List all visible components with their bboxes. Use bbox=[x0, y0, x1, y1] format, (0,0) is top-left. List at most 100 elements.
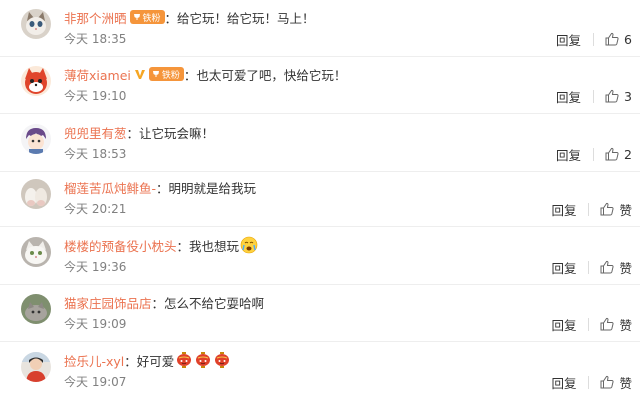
divider bbox=[588, 317, 590, 331]
username-link[interactable]: 楼楼的预备役小枕头 bbox=[64, 236, 177, 255]
grey-cat-avatar[interactable] bbox=[21, 294, 51, 324]
crying-face-emoji bbox=[240, 236, 258, 254]
trophy-icon bbox=[133, 13, 141, 21]
reply-button[interactable]: 回复 bbox=[551, 200, 576, 219]
username-link[interactable]: 榴莲苦瓜炖鲱鱼- bbox=[64, 178, 156, 197]
comment-line: 捡乐儿-xyl：好可爱 bbox=[64, 350, 231, 370]
fan-badge[interactable]: 铁粉 bbox=[129, 10, 165, 24]
reply-button[interactable]: 回复 bbox=[556, 145, 581, 164]
divider bbox=[588, 260, 590, 274]
comment-item: 捡乐儿-xyl：好可爱 今天 19:07 回复 赞 bbox=[0, 343, 640, 400]
like-count: 3 bbox=[624, 88, 632, 104]
divider bbox=[588, 202, 590, 216]
comment-text: 明明就是给我玩 bbox=[168, 180, 257, 196]
username-link[interactable]: 捡乐儿-xyl bbox=[64, 351, 124, 370]
colon-separator: ： bbox=[176, 238, 190, 254]
divider bbox=[593, 32, 595, 46]
like-count: 赞 bbox=[619, 317, 632, 333]
like-button[interactable]: 赞 bbox=[599, 200, 632, 219]
comment-time: 今天 18:53 bbox=[64, 147, 127, 161]
comment-actions: 回复 赞 bbox=[551, 373, 632, 391]
colon-separator: ： bbox=[164, 10, 178, 26]
comment-list: 非那个洲晒 铁粉：给它玩！给它玩！马上！ 今天 18:35 回复 6 薄荷xiamei 铁粉… bbox=[0, 0, 640, 400]
cat-avatar[interactable] bbox=[21, 9, 51, 39]
divider bbox=[588, 375, 590, 389]
thumbs-up-icon bbox=[599, 374, 619, 390]
comment-item: 薄荷xiamei 铁粉：也太可爱了吧，快给它玩！ 今天 19:10 回复 3 bbox=[0, 57, 640, 114]
comment-text: 也太可爱了吧，快给它玩！ bbox=[196, 67, 347, 83]
colon-separator: ： bbox=[156, 180, 169, 196]
like-button[interactable]: 赞 bbox=[599, 258, 632, 277]
fan-badge-label: 铁粉 bbox=[142, 13, 161, 24]
fan-badge[interactable]: 铁粉 bbox=[148, 67, 184, 81]
comment-actions: 回复 赞 bbox=[551, 315, 632, 333]
comment-item: 兜兜里有葱：让它玩会嘛！ 今天 18:53 回复 2 bbox=[0, 115, 640, 172]
person-avatar[interactable] bbox=[21, 352, 51, 382]
anime-boy-avatar[interactable] bbox=[21, 124, 51, 154]
comment-text: 好可爱 bbox=[136, 353, 175, 369]
like-button[interactable]: 赞 bbox=[599, 373, 632, 392]
comment-actions: 回复 6 bbox=[556, 30, 632, 48]
colon-separator: ： bbox=[124, 353, 137, 369]
reply-button[interactable]: 回复 bbox=[551, 315, 576, 334]
reply-button[interactable]: 回复 bbox=[556, 30, 581, 49]
like-count: 赞 bbox=[619, 260, 632, 276]
lantern-emoji bbox=[213, 351, 231, 369]
comment-item: 猫家庄园饰品店：怎么不给它耍哈啊 今天 19:09 回复 赞 bbox=[0, 285, 640, 342]
colon-separator: ： bbox=[151, 295, 165, 311]
comment-line: 兜兜里有葱：让它玩会嘛！ bbox=[64, 122, 214, 142]
thumbs-up-icon bbox=[604, 31, 624, 47]
username-link[interactable]: 猫家庄园饰品店 bbox=[64, 293, 152, 312]
comment-line: 猫家庄园饰品店：怎么不给它耍哈啊 bbox=[64, 292, 264, 312]
user-badges: 铁粉 bbox=[129, 10, 165, 24]
vip-v-icon bbox=[134, 68, 146, 80]
thumbs-up-icon bbox=[604, 146, 624, 162]
reply-button[interactable]: 回复 bbox=[551, 373, 576, 392]
user-badges: 铁粉 bbox=[134, 67, 184, 81]
like-count: 赞 bbox=[619, 202, 632, 218]
username-link[interactable]: 非那个洲晒 bbox=[64, 8, 127, 27]
like-count: 赞 bbox=[619, 375, 632, 391]
thumbs-up-icon bbox=[599, 259, 619, 275]
red-cartoon-avatar[interactable] bbox=[21, 66, 51, 96]
comment-time: 今天 18:35 bbox=[64, 32, 127, 46]
comment-line: 非那个洲晒 铁粉：给它玩！给它玩！马上！ bbox=[64, 7, 315, 27]
thumbs-up-icon bbox=[604, 88, 624, 104]
comment-time: 今天 20:21 bbox=[64, 202, 127, 216]
white-cat-avatar[interactable] bbox=[21, 237, 51, 267]
comment-time: 今天 19:10 bbox=[64, 89, 127, 103]
comment-actions: 回复 赞 bbox=[551, 258, 632, 276]
username-link[interactable]: 兜兜里有葱 bbox=[64, 123, 127, 142]
thumbs-up-icon bbox=[599, 201, 619, 217]
comment-actions: 回复 2 bbox=[556, 145, 632, 163]
colon-separator: ： bbox=[126, 125, 140, 141]
divider bbox=[593, 147, 595, 161]
comment-actions: 回复 赞 bbox=[551, 200, 632, 218]
lantern-emoji bbox=[175, 351, 193, 369]
comment-actions: 回复 3 bbox=[556, 87, 632, 105]
colon-separator: ： bbox=[183, 67, 197, 83]
comment-time: 今天 19:07 bbox=[64, 375, 127, 389]
comment-text: 我也想玩 bbox=[189, 238, 240, 254]
like-button[interactable]: 2 bbox=[604, 146, 632, 162]
reply-button[interactable]: 回复 bbox=[551, 258, 576, 277]
reply-button[interactable]: 回复 bbox=[556, 87, 581, 106]
comment-text: 给它玩！给它玩！马上！ bbox=[177, 10, 315, 26]
like-button[interactable]: 3 bbox=[604, 88, 632, 104]
like-button[interactable]: 6 bbox=[604, 31, 632, 47]
cat-paws-avatar[interactable] bbox=[21, 179, 51, 209]
comment-item: 楼楼的预备役小枕头：我也想玩 今天 19:36 回复 赞 bbox=[0, 228, 640, 285]
like-button[interactable]: 赞 bbox=[599, 315, 632, 334]
comment-item: 榴莲苦瓜炖鲱鱼-：明明就是给我玩今天 20:21 回复 赞 bbox=[0, 170, 640, 227]
fan-badge-label: 铁粉 bbox=[161, 70, 180, 81]
comment-item: 非那个洲晒 铁粉：给它玩！给它玩！马上！ 今天 18:35 回复 6 bbox=[0, 0, 640, 57]
comment-line: 榴莲苦瓜炖鲱鱼-：明明就是给我玩 bbox=[64, 177, 256, 197]
comment-text: 怎么不给它耍哈啊 bbox=[164, 295, 265, 311]
divider bbox=[593, 89, 595, 103]
like-count: 6 bbox=[624, 31, 632, 47]
like-count: 2 bbox=[624, 146, 632, 162]
thumbs-up-icon bbox=[599, 316, 619, 332]
lantern-emoji bbox=[194, 351, 212, 369]
username-link[interactable]: 薄荷xiamei bbox=[64, 65, 131, 84]
comment-line: 楼楼的预备役小枕头：我也想玩 bbox=[64, 235, 258, 255]
